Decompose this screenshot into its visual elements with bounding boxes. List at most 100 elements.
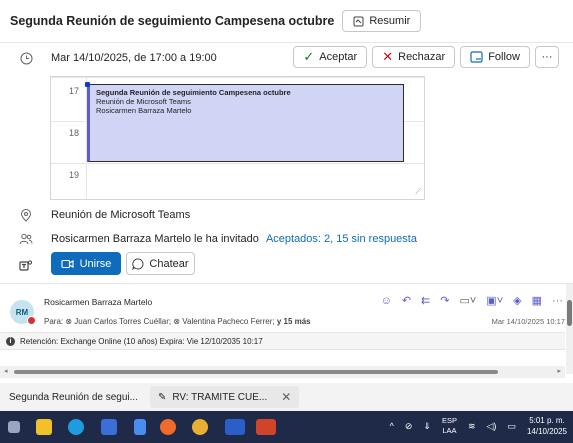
calendar-follow-icon bbox=[470, 51, 483, 63]
more-icon[interactable]: ··· bbox=[552, 295, 563, 307]
recipient[interactable]: Juan Carlos Torres Cuéllar; bbox=[74, 317, 171, 326]
decline-label: Rechazar bbox=[398, 51, 446, 63]
message-date: Mar 14/10/2025 10:17 bbox=[491, 317, 565, 326]
join-label: Unirse bbox=[79, 257, 112, 270]
tab-forward-message[interactable]: ✎ RV: TRAMITE CUE... ✕ bbox=[150, 386, 300, 408]
event-date-text: Mar 14/10/2025, de 17:00 a 19:00 bbox=[51, 52, 217, 64]
event-block-organizer: Rosicarmen Barraza Martelo bbox=[96, 106, 192, 115]
emoji-icon[interactable]: ☺ bbox=[381, 295, 392, 307]
reply-icon[interactable]: ↶ bbox=[402, 294, 411, 307]
hour-label: 18 bbox=[68, 128, 79, 138]
teams-icon bbox=[18, 257, 34, 273]
more-recipients-link[interactable]: y 15 más bbox=[277, 317, 311, 326]
hour-label: 17 bbox=[68, 86, 79, 96]
recipient[interactable]: Valentina Pacheco Ferrer; bbox=[182, 317, 274, 326]
chat-icon bbox=[132, 257, 144, 270]
summarize-button[interactable]: Resumir bbox=[342, 10, 422, 32]
recipients-line: Para: ⊗ Juan Carlos Torres Cuéllar; ⊗ Va… bbox=[44, 317, 311, 326]
sender-name[interactable]: Rosicarmen Barraza Martelo bbox=[44, 297, 152, 307]
apps-icon[interactable]: ▣˅ bbox=[486, 294, 503, 307]
calendar-event-block[interactable]: Segunda Reunión de seguimiento Campesena… bbox=[87, 84, 404, 162]
calendar-preview[interactable]: 17 18 19 Segunda Reunión de seguimiento … bbox=[50, 76, 425, 200]
tab-label: Segunda Reunión de segui... bbox=[9, 391, 138, 403]
system-tray: ^ ⊘ ⇓ ESP LAA ≋ ◁) ▭ 5:01 p. m. 14/10/20… bbox=[390, 415, 567, 437]
more-icon: ··· bbox=[541, 51, 553, 63]
resize-grip-icon[interactable]: ⟋ bbox=[415, 187, 421, 197]
event-marker bbox=[85, 82, 90, 87]
follow-button[interactable]: Follow bbox=[460, 46, 530, 68]
attendees-row: Rosicarmen Barraza Martelo le ha invitad… bbox=[0, 229, 573, 249]
chat-button[interactable]: Chatear bbox=[126, 252, 195, 275]
file-explorer-icon[interactable] bbox=[36, 419, 52, 435]
checkmark-icon: ✓ bbox=[303, 49, 315, 64]
wifi-icon[interactable]: ≋ bbox=[468, 421, 476, 432]
scroll-left-icon[interactable]: ◂ bbox=[4, 367, 8, 375]
language-indicator[interactable]: ESP LAA bbox=[442, 416, 457, 436]
clock-icon bbox=[18, 50, 34, 66]
reading-pane-header: Segunda Reunión de seguimiento Campesena… bbox=[0, 0, 573, 42]
presence-busy-icon bbox=[27, 316, 36, 325]
chrome-icon[interactable] bbox=[192, 419, 208, 435]
loop-icon[interactable]: ◈ bbox=[513, 294, 521, 307]
reply-all-icon[interactable]: ⇇ bbox=[421, 294, 430, 307]
clock[interactable]: 5:01 p. m. 14/10/2025 bbox=[527, 415, 567, 437]
summarize-icon bbox=[353, 16, 364, 26]
close-icon: ✕ bbox=[382, 49, 394, 64]
decline-button[interactable]: ✕ Rechazar bbox=[372, 46, 456, 68]
scroll-thumb[interactable] bbox=[14, 370, 498, 374]
join-meeting-button[interactable]: Unirse bbox=[51, 252, 121, 275]
forward-icon[interactable]: ↷ bbox=[440, 294, 449, 307]
start-icon[interactable] bbox=[8, 421, 20, 433]
recipient-status-icon: ⊗ bbox=[173, 317, 181, 326]
accept-button[interactable]: ✓ Aceptar bbox=[293, 46, 368, 68]
to-prefix: Para: bbox=[44, 317, 64, 326]
horizontal-scrollbar[interactable]: ◂ ▸ bbox=[0, 366, 565, 378]
edge-icon[interactable] bbox=[68, 419, 84, 435]
invite-organizer: Rosicarmen Barraza Martelo le ha invitad… bbox=[51, 233, 259, 245]
accept-label: Aceptar bbox=[319, 51, 358, 63]
clock-date: 14/10/2025 bbox=[526, 427, 567, 436]
more-options-button[interactable]: ··· bbox=[535, 46, 559, 68]
tab-label: RV: TRAMITE CUE... bbox=[172, 391, 268, 403]
sync-off-icon[interactable]: ⊘ bbox=[405, 421, 413, 432]
follow-label: Follow bbox=[488, 51, 520, 63]
summarize-label: Resumir bbox=[369, 15, 411, 27]
scroll-thumb[interactable] bbox=[567, 300, 572, 326]
calculator-icon[interactable] bbox=[134, 419, 146, 435]
location-pin-icon bbox=[18, 207, 34, 223]
video-icon bbox=[61, 259, 74, 268]
volume-icon[interactable]: ◁) bbox=[487, 421, 497, 432]
scroll-right-icon[interactable]: ▸ bbox=[557, 367, 561, 375]
chat-label: Chatear bbox=[149, 257, 189, 270]
language-code: ESP bbox=[441, 416, 457, 425]
calendar-hour-row: 19 bbox=[51, 163, 424, 180]
view-options-icon[interactable]: ▭˅ bbox=[459, 294, 476, 307]
chevron-up-icon[interactable]: ^ bbox=[390, 421, 394, 431]
calendar-hour-row: 17 bbox=[51, 77, 424, 96]
powerpoint-icon[interactable] bbox=[256, 419, 276, 435]
firefox-icon[interactable] bbox=[160, 419, 176, 435]
location-text: Reunión de Microsoft Teams bbox=[51, 209, 191, 221]
pin-icon[interactable]: ⇓ bbox=[423, 421, 431, 432]
word-icon[interactable] bbox=[225, 419, 245, 435]
vertical-scrollbar[interactable] bbox=[566, 284, 573, 374]
retention-text: Retención: Exchange Online (10 años) Exp… bbox=[20, 336, 263, 346]
teams-app-icon[interactable] bbox=[101, 419, 117, 435]
location-row: Reunión de Microsoft Teams bbox=[0, 205, 573, 225]
recipient-status-icon: ⊗ bbox=[65, 317, 73, 326]
windows-taskbar: ^ ⊘ ⇓ ESP LAA ≋ ◁) ▭ 5:01 p. m. 14/10/20… bbox=[0, 411, 573, 443]
people-icon bbox=[18, 231, 34, 247]
attendee-status-link[interactable]: Aceptados: 2, 15 sin respuesta bbox=[266, 233, 417, 245]
message-header: RM Rosicarmen Barraza Martelo ☺ ↶ ⇇ ↷ ▭˅… bbox=[0, 284, 565, 332]
pencil-icon: ✎ bbox=[158, 391, 167, 403]
event-block-title: Segunda Reunión de seguimiento Campesena… bbox=[96, 88, 291, 97]
tab-meeting[interactable]: Segunda Reunión de segui... bbox=[9, 386, 138, 408]
event-date-row: Mar 14/10/2025, de 17:00 a 19:00 ✓ Acept… bbox=[0, 45, 573, 71]
layout-code: LAA bbox=[442, 426, 457, 435]
clock-time: 5:01 p. m. bbox=[529, 416, 565, 425]
grid-icon[interactable]: ▦ bbox=[532, 294, 542, 307]
divider bbox=[0, 42, 573, 43]
battery-icon[interactable]: ▭ bbox=[507, 421, 516, 432]
message-toolbar: ☺ ↶ ⇇ ↷ ▭˅ ▣˅ ◈ ▦ ··· bbox=[381, 294, 563, 308]
close-icon[interactable]: ✕ bbox=[281, 390, 291, 404]
